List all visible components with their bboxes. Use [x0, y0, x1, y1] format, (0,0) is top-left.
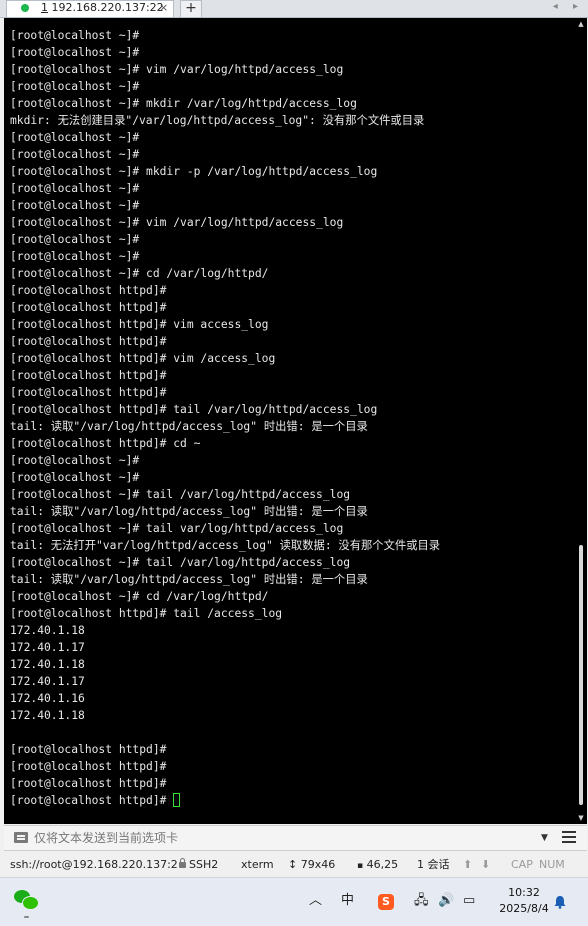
terminal-line: [root@localhost ~]# mkdir /var/log/httpd…: [10, 97, 357, 110]
terminal-prompt: [root@localhost httpd]#: [10, 794, 174, 807]
terminal-line: tail: 读取"/var/log/httpd/access_log" 时出错:…: [10, 505, 368, 518]
new-tab-button[interactable]: +: [180, 0, 202, 17]
terminal-line: [root@localhost ~]#: [10, 80, 140, 93]
network-icon[interactable]: 🖧: [414, 878, 429, 924]
terminal-line: tail: 无法打开"var/log/httpd/access_log" 读取数…: [10, 539, 441, 552]
sogou-icon[interactable]: S: [378, 894, 394, 910]
wechat-icon[interactable]: [14, 890, 40, 912]
connected-status-icon: [21, 4, 29, 12]
terminal-line: [root@localhost ~]#: [10, 233, 140, 246]
terminal-line: 172.40.1.18: [10, 658, 85, 671]
session-tab-label: 1 192.168.220.137:22: [41, 1, 164, 15]
status-protocol: SSH2: [179, 853, 218, 877]
terminal-line: [root@localhost httpd]# tail /var/log/ht…: [10, 403, 378, 416]
terminal-line: [root@localhost httpd]# vim /access_log: [10, 352, 276, 365]
volume-icon[interactable]: 🔊: [438, 878, 454, 924]
scrollbar-thumb[interactable]: [579, 545, 583, 805]
terminal-line: [root@localhost ~]# tail /var/log/httpd/…: [10, 556, 351, 569]
terminal-line: [root@localhost ~]#: [10, 46, 140, 59]
clock-date: 2025/8/4: [499, 902, 549, 915]
terminal-line: [root@localhost httpd]#: [10, 777, 167, 790]
num-lock-indicator: NUM: [539, 858, 565, 871]
resize-icon: ↕: [288, 858, 298, 871]
terminal-line: [root@localhost httpd]# tail /access_log: [10, 607, 283, 620]
lock-icon: [179, 858, 186, 868]
terminal-line: [root@localhost httpd]#: [10, 369, 167, 382]
session-tab[interactable]: 1 192.168.220.137:22 ×: [6, 0, 174, 17]
system-clock[interactable]: 10:32 2025/8/4: [496, 885, 552, 917]
terminal-line: [root@localhost ~]#: [10, 29, 140, 42]
status-sessions: 1 会话: [417, 858, 450, 871]
chevron-up-icon[interactable]: ︿: [309, 878, 322, 924]
terminal-line: [root@localhost ~]#: [10, 182, 140, 195]
status-size-label: 79x46: [300, 858, 336, 871]
compose-dropdown-icon[interactable]: ▼: [541, 826, 548, 850]
caps-lock-indicator: CAP: [511, 858, 533, 871]
terminal-line: 172.40.1.18: [10, 709, 85, 722]
cursor-position-icon: ▪: [357, 861, 364, 871]
scroll-down-icon[interactable]: ▼: [575, 812, 587, 824]
battery-icon[interactable]: ▭: [463, 878, 475, 924]
status-bar: ssh://root@192.168.220.137:2 SSH2 xterm …: [0, 853, 588, 877]
terminal-line: [root@localhost ~]# mkdir -p /var/log/ht…: [10, 165, 378, 178]
tab-number: 1: [41, 1, 48, 14]
notification-bell-icon[interactable]: [553, 895, 567, 909]
terminal-line: [root@localhost ~]# cd /var/log/httpd/: [10, 590, 269, 603]
terminal-line: [root@localhost ~]#: [10, 454, 140, 467]
terminal-line: [root@localhost ~]#: [10, 148, 140, 161]
terminal-line: [root@localhost ~]#: [10, 131, 140, 144]
tab-scroll-arrows-icon[interactable]: ◂ ▸: [553, 0, 584, 14]
upload-arrow-icon: ⬆: [463, 858, 473, 871]
terminal-line: [root@localhost ~]#: [10, 471, 140, 484]
terminal-line: [root@localhost httpd]# cd ~: [10, 437, 201, 450]
compose-bar[interactable]: 仅将文本发送到当前选项卡 ▼: [4, 825, 587, 851]
tab-title: 192.168.220.137:22: [51, 1, 164, 14]
terminal-line: [root@localhost httpd]#: [10, 760, 167, 773]
terminal-line: [root@localhost ~]# vim /var/log/httpd/a…: [10, 63, 344, 76]
terminal-line: [root@localhost httpd]#: [10, 301, 167, 314]
terminal-line: [root@localhost httpd]# vim access_log: [10, 318, 269, 331]
terminal-line: [root@localhost httpd]#: [10, 284, 167, 297]
tab-bar: 1 192.168.220.137:22 × + ◂ ▸: [0, 0, 588, 18]
keyboard-icon: [14, 832, 28, 843]
terminal-line: [root@localhost ~]#: [10, 199, 140, 212]
terminal-line: mkdir: 无法创建目录"/var/log/httpd/access_log"…: [10, 114, 425, 127]
terminal-line: [root@localhost httpd]#: [10, 743, 167, 756]
terminal-line: [root@localhost ~]# vim /var/log/httpd/a…: [10, 216, 344, 229]
terminal-line: [root@localhost httpd]#: [10, 335, 167, 348]
status-position: ▪ 46,25: [357, 853, 398, 878]
terminal-line: 172.40.1.18: [10, 624, 85, 637]
terminal-scrollbar[interactable]: ▲ ▼: [575, 18, 587, 824]
terminal-line: [root@localhost ~]# tail var/log/httpd/a…: [10, 522, 344, 535]
terminal-line: [root@localhost ~]#: [10, 250, 140, 263]
scroll-up-icon[interactable]: ▲: [575, 18, 587, 30]
status-term: xterm: [241, 858, 274, 871]
compose-input[interactable]: 仅将文本发送到当前选项卡: [34, 826, 178, 850]
terminal-output: [root@localhost ~]# [root@localhost ~]# [r…: [10, 27, 440, 809]
running-indicator: [24, 916, 29, 918]
ime-icon[interactable]: 中: [341, 878, 354, 924]
status-connection: ssh://root@192.168.220.137:2: [10, 858, 178, 871]
clock-time: 10:32: [508, 886, 540, 899]
terminal-line: [root@localhost ~]# tail /var/log/httpd/…: [10, 488, 351, 501]
windows-taskbar: ︿ 中 S 🖧 🔊 ▭ 10:32 2025/8/4: [0, 877, 588, 926]
terminal-line: 172.40.1.16: [10, 692, 85, 705]
terminal-line: [root@localhost ~]# cd /var/log/httpd/: [10, 267, 269, 280]
text-cursor: [173, 793, 181, 807]
terminal-line: tail: 读取"/var/log/httpd/access_log" 时出错:…: [10, 420, 368, 433]
terminal-line: [root@localhost httpd]#: [10, 386, 167, 399]
status-size: ↕ 79x46: [288, 853, 335, 877]
status-protocol-label: SSH2: [189, 858, 219, 871]
status-position-label: 46,25: [366, 858, 399, 871]
terminal-line: 172.40.1.17: [10, 641, 85, 654]
terminal-prompt-line[interactable]: [root@localhost httpd]#: [10, 792, 440, 809]
terminal-line: tail: 读取"/var/log/httpd/access_log" 时出错:…: [10, 573, 368, 586]
download-arrow-icon: ⬇: [481, 858, 491, 871]
close-tab-icon[interactable]: ×: [159, 1, 168, 15]
terminal-line: 172.40.1.17: [10, 675, 85, 688]
menu-icon[interactable]: [562, 831, 576, 846]
terminal-area[interactable]: [root@localhost ~]# [root@localhost ~]# [r…: [4, 18, 587, 824]
